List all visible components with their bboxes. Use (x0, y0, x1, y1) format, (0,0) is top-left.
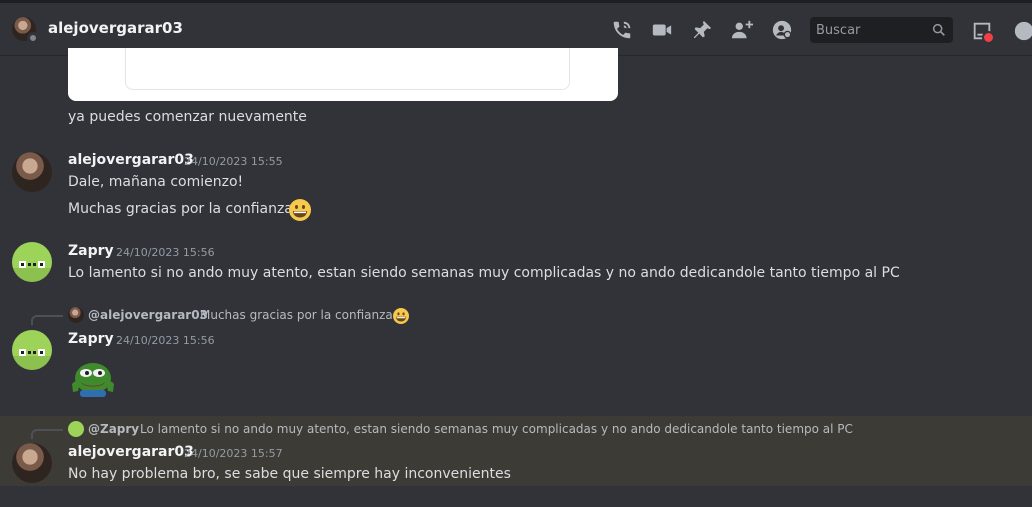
search-icon (932, 23, 945, 36)
pepe-emoji-icon[interactable] (68, 356, 118, 398)
message-timestamp: 24/10/2023 15:57 (184, 447, 283, 460)
reply-preview[interactable]: Muchas gracias por la confianza (200, 308, 393, 322)
pin-icon[interactable] (691, 19, 713, 41)
avatar[interactable] (12, 152, 52, 192)
reply-preview[interactable]: Lo lamento si no ando muy atento, estan … (140, 422, 853, 436)
avatar[interactable] (12, 443, 52, 483)
reply-avatar[interactable] (68, 421, 84, 437)
inbox-icon[interactable] (971, 20, 995, 44)
reply-author[interactable]: @Zapry (88, 422, 139, 436)
embed-card (68, 48, 618, 101)
search-input[interactable] (810, 17, 930, 43)
message-text: No hay problema bro, se sabe que siempre… (68, 466, 511, 482)
message-text: Muchas gracias por la confianza (68, 201, 293, 217)
reply-connector (31, 315, 63, 325)
message-timestamp: 24/10/2023 15:56 (116, 334, 215, 347)
message-author[interactable]: Zapry (68, 243, 114, 259)
offline-status-icon (27, 32, 39, 44)
message-timestamp: 24/10/2023 15:55 (184, 155, 283, 168)
message-text: Lo lamento si no ando muy atento, estan … (68, 265, 900, 281)
message-author[interactable]: Zapry (68, 331, 114, 347)
video-icon[interactable] (651, 19, 673, 41)
message-author[interactable]: alejovergarar03 (68, 152, 194, 168)
reply-author[interactable]: @alejovergarar03 (88, 308, 208, 322)
zapry-avatar[interactable] (12, 242, 52, 282)
call-icon[interactable] (611, 19, 633, 41)
grinning-emoji-icon[interactable] (289, 199, 311, 221)
message-timestamp: 24/10/2023 15:56 (116, 246, 215, 259)
reply-connector (31, 429, 63, 439)
reply-avatar[interactable] (68, 307, 84, 323)
message-text: ya puedes comenzar nuevamente (68, 109, 307, 125)
message-text: Dale, mañana comienzo! (68, 174, 244, 190)
help-icon[interactable] (1013, 20, 1032, 42)
embed-card-inner (125, 48, 570, 90)
search-box[interactable] (810, 17, 953, 43)
zapry-avatar[interactable] (12, 330, 52, 370)
message-author[interactable]: alejovergarar03 (68, 444, 194, 460)
channel-title: alejovergarar03 (48, 19, 183, 37)
profile-icon[interactable] (771, 19, 793, 41)
add-friend-icon[interactable] (731, 19, 753, 41)
composer-area (0, 486, 1032, 507)
header-avatar[interactable] (12, 17, 39, 44)
grinning-emoji-icon (393, 308, 409, 324)
notification-dot-icon (982, 31, 995, 44)
